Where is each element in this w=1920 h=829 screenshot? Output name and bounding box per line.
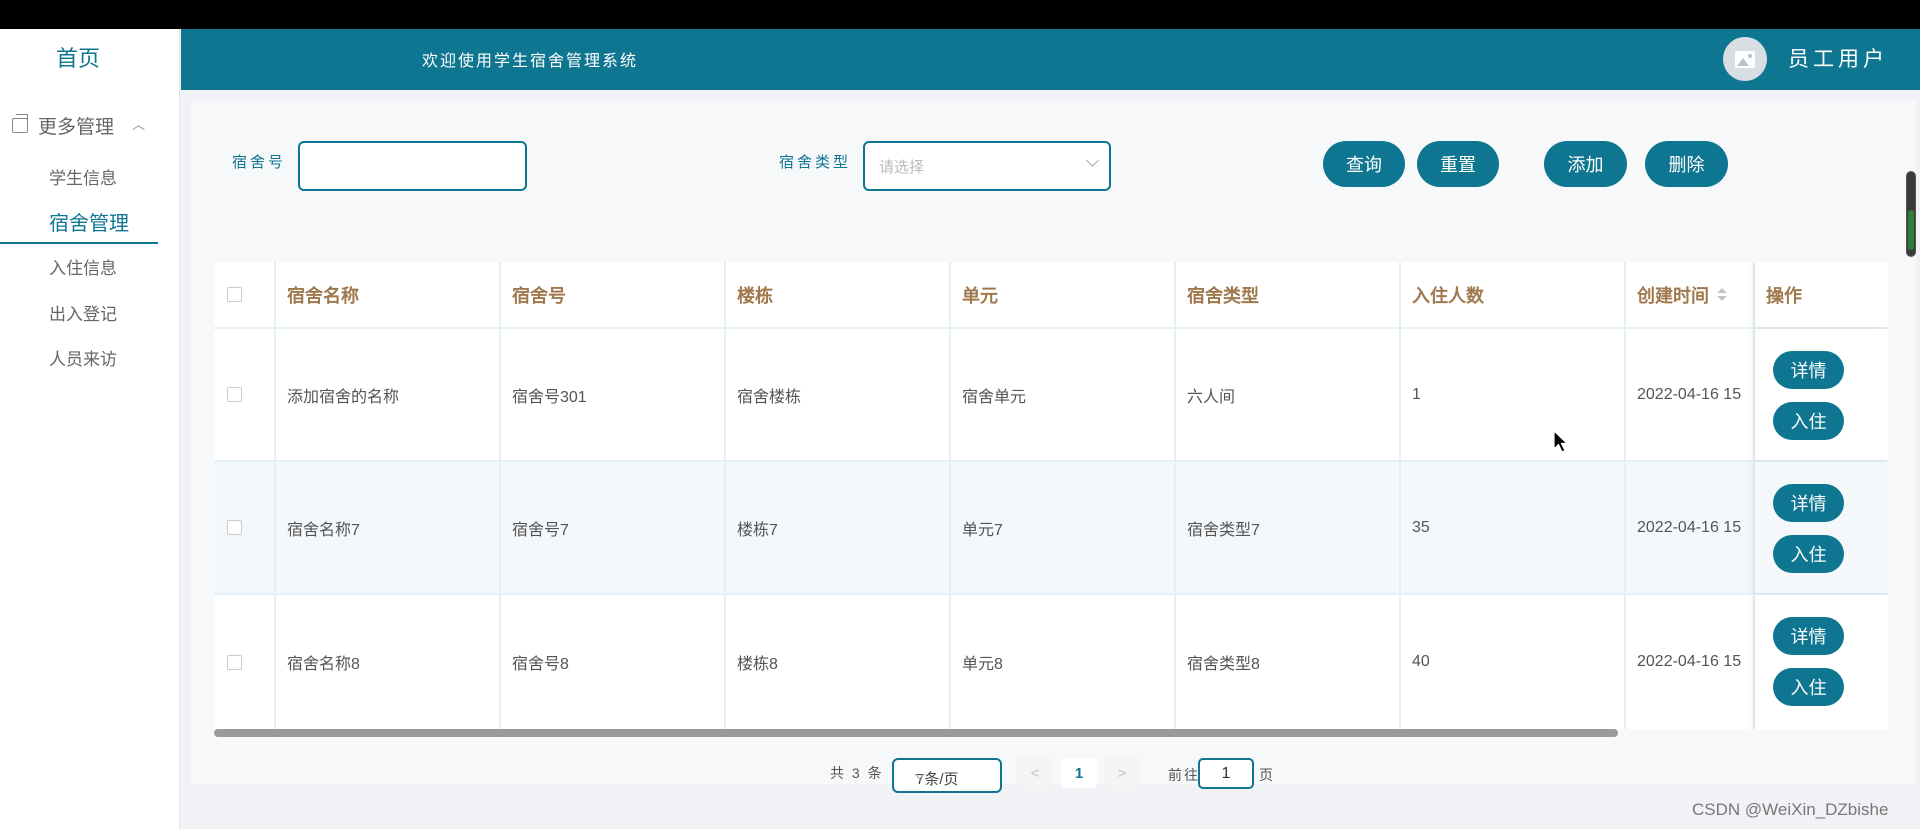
chevron-up-icon: ︿ [132, 116, 146, 132]
next-page-button[interactable]: > [1104, 758, 1140, 788]
image-icon [1735, 50, 1755, 68]
avatar[interactable] [1723, 37, 1767, 81]
col-building: 楼栋 [726, 262, 951, 327]
row-select-cell[interactable] [214, 329, 276, 460]
row-select-cell[interactable] [214, 595, 276, 729]
goto-page-input[interactable]: 1 [1198, 758, 1254, 789]
pagination-total: 共 3 条 [830, 765, 884, 781]
cell-name: 宿舍名称8 [276, 595, 501, 729]
sidebar-home[interactable]: 首页 [0, 41, 156, 73]
copy-icon [12, 113, 28, 133]
sidebar-item-visitors[interactable]: 人员来访 [0, 345, 158, 375]
col-type: 宿舍类型 [1176, 262, 1401, 327]
add-button[interactable]: 添加 [1544, 141, 1627, 187]
cell-created: 2022-04-16 15 [1626, 462, 1755, 593]
row-checkbox[interactable] [227, 654, 242, 670]
row-checkbox[interactable] [227, 387, 242, 402]
cell-unit: 单元7 [951, 462, 1176, 593]
sidebar-item-dorms[interactable]: 宿舍管理 [0, 206, 158, 244]
cell-no: 宿舍号301 [501, 329, 726, 460]
chevron-down-icon [1086, 154, 1099, 167]
sidebar-group-label: 更多管理 [38, 116, 115, 138]
cell-count: 40 [1401, 595, 1626, 729]
cell-count: 35 [1401, 462, 1626, 593]
cell-building: 楼栋7 [726, 462, 951, 593]
cell-type: 六人间 [1176, 329, 1401, 460]
page-size-select[interactable]: 7条/页 [892, 758, 1002, 793]
cell-type: 宿舍类型8 [1176, 595, 1401, 729]
table-row: 宿舍名称8 宿舍号8 楼栋8 单元8 宿舍类型8 40 2022-04-16 1… [214, 595, 1888, 729]
dorm-no-input[interactable] [298, 141, 527, 191]
cell-unit: 单元8 [951, 595, 1176, 729]
sidebar-item-checkins[interactable]: 入住信息 [0, 254, 158, 284]
welcome-text: 欢迎使用学生宿舍管理系统 [422, 53, 639, 70]
dorm-type-select[interactable]: 请选择 [863, 141, 1111, 191]
page-number[interactable]: 1 [1061, 758, 1097, 788]
goto-label: 前往 [1168, 767, 1200, 783]
table-row: 宿舍名称7 宿舍号7 楼栋7 单元7 宿舍类型7 35 2022-04-16 1… [214, 462, 1888, 595]
detail-button[interactable]: 详情 [1773, 351, 1844, 389]
sidebar-group-more[interactable]: 更多管理 ︿ [12, 110, 162, 140]
user-name[interactable]: 员工用户 [1788, 43, 1888, 73]
col-no: 宿舍号 [501, 262, 726, 327]
table-row: 添加宿舍的名称 宿舍号301 宿舍楼栋 宿舍单元 六人间 1 2022-04-1… [214, 329, 1888, 462]
col-unit: 单元 [951, 262, 1176, 327]
detail-button[interactable]: 详情 [1773, 484, 1844, 522]
select-all-cell[interactable] [214, 262, 276, 327]
sidebar-item-access-log[interactable]: 出入登记 [0, 300, 158, 330]
query-button[interactable]: 查询 [1323, 141, 1405, 187]
dorm-table: 宿舍名称 宿舍号 楼栋 单元 宿舍类型 入住人数 创建时间 操作 添加宿舍的名称… [214, 262, 1888, 729]
checkin-button[interactable]: 入住 [1773, 535, 1844, 573]
row-select-cell[interactable] [214, 462, 276, 593]
dorm-no-label: 宿舍号 [232, 154, 287, 171]
top-header: 欢迎使用学生宿舍管理系统 员工用户 [181, 29, 1920, 90]
dorm-type-label: 宿舍类型 [779, 154, 852, 171]
sort-icon[interactable] [1717, 287, 1727, 302]
watermark: CSDN @WeiXin_DZbishe [1692, 800, 1889, 819]
cell-type: 宿舍类型7 [1176, 462, 1401, 593]
reset-button[interactable]: 重置 [1417, 141, 1499, 187]
row-actions: 详情 入住 [1755, 462, 1888, 593]
mouse-cursor-icon [1553, 430, 1569, 453]
app-frame: 首页 更多管理 ︿ 学生信息 宿舍管理 入住信息 出入登记 人员来访 欢迎使用学… [0, 29, 1920, 829]
cell-count: 1 [1401, 329, 1626, 460]
cell-created: 2022-04-16 15 [1626, 329, 1755, 460]
sidebar: 首页 更多管理 ︿ 学生信息 宿舍管理 入住信息 出入登记 人员来访 [0, 29, 180, 829]
col-actions: 操作 [1766, 285, 1802, 306]
detail-button[interactable]: 详情 [1773, 617, 1844, 655]
dorm-type-placeholder: 请选择 [879, 159, 925, 176]
col-created-label: 创建时间 [1637, 285, 1709, 306]
delete-button[interactable]: 删除 [1645, 141, 1728, 187]
cell-name: 添加宿舍的名称 [276, 329, 501, 460]
cell-name: 宿舍名称7 [276, 462, 501, 593]
table-horizontal-scrollbar[interactable] [214, 729, 1618, 737]
cell-building: 楼栋8 [726, 595, 951, 729]
row-actions: 详情 入住 [1755, 329, 1888, 460]
page-vertical-scrollbar[interactable] [1906, 171, 1916, 257]
table-header-row: 宿舍名称 宿舍号 楼栋 单元 宿舍类型 入住人数 创建时间 操作 [214, 262, 1888, 329]
sidebar-item-students[interactable]: 学生信息 [0, 164, 158, 194]
row-checkbox[interactable] [227, 520, 242, 535]
cell-unit: 宿舍单元 [951, 329, 1176, 460]
prev-page-button[interactable]: < [1017, 758, 1053, 788]
col-created[interactable]: 创建时间 [1626, 262, 1755, 327]
col-name: 宿舍名称 [276, 262, 501, 327]
cell-no: 宿舍号8 [501, 595, 726, 729]
page-size-value: 7条/页 [916, 771, 959, 788]
page-suffix: 页 [1259, 767, 1273, 783]
select-all-checkbox[interactable] [227, 287, 242, 302]
cell-building: 宿舍楼栋 [726, 329, 951, 460]
ops-header: 操作 [1755, 262, 1888, 327]
row-actions: 详情 入住 [1755, 595, 1888, 729]
checkin-button[interactable]: 入住 [1773, 668, 1844, 706]
checkin-button[interactable]: 入住 [1773, 402, 1844, 440]
cell-created: 2022-04-16 15 [1626, 595, 1755, 729]
cell-no: 宿舍号7 [501, 462, 726, 593]
col-count: 入住人数 [1401, 262, 1626, 327]
